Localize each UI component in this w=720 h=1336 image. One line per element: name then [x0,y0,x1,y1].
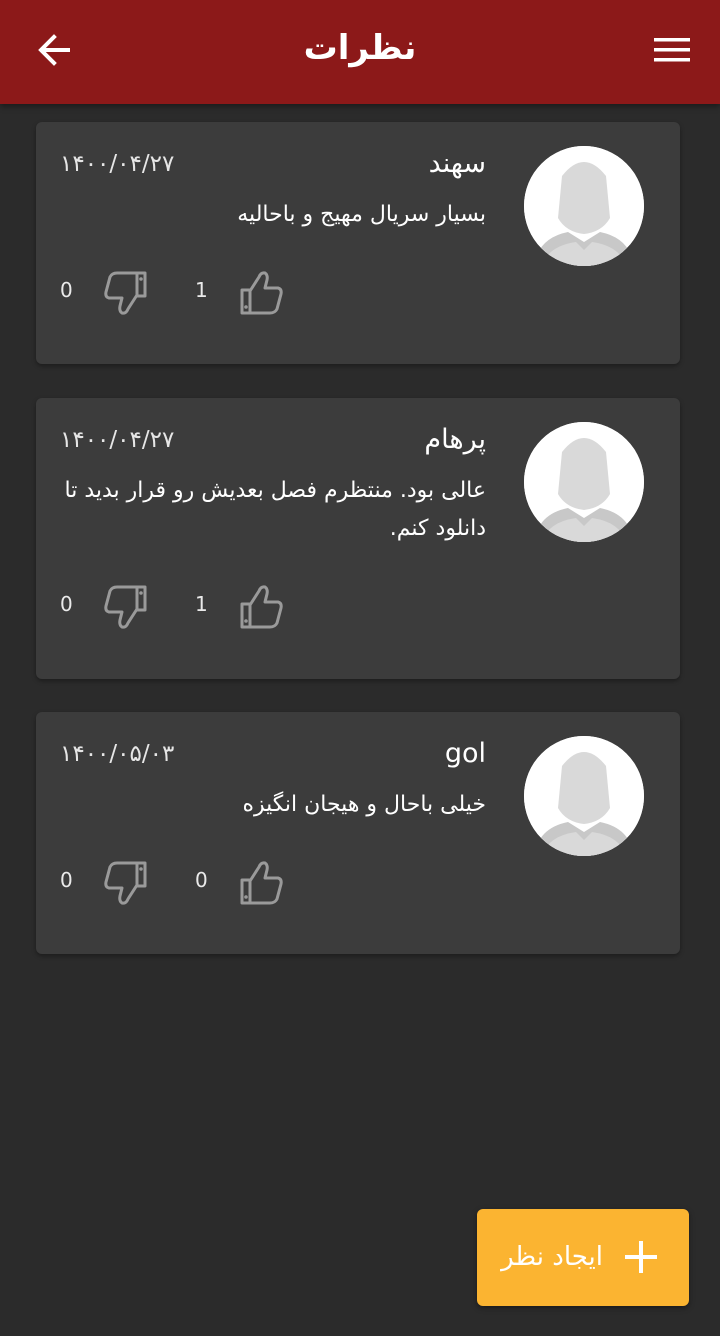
dislike-count: 0 [60,278,73,302]
like-count: 1 [195,592,208,616]
dislike-count: 0 [60,592,73,616]
dislike-button[interactable] [102,857,150,909]
comment-card: پرهام ۱۴۰۰/۰۴/۲۷ عالی بود. منتظرم فصل بع… [36,398,680,679]
thumbs-up-icon [240,271,283,315]
thumbs-up-icon [240,861,283,905]
dislike-button[interactable] [102,267,150,319]
default-user-icon [524,736,644,856]
user-avatar [524,422,644,542]
default-user-icon [524,422,644,542]
comment-text: بسیار سریال مهیج و باحالیه [237,202,486,227]
like-button[interactable] [237,267,285,319]
commenter-name: سهند [428,148,486,179]
thumbs-up-icon [240,585,283,629]
thumbs-down-icon [104,585,147,629]
dislike-count: 0 [60,868,73,892]
default-user-icon [524,146,644,266]
like-button[interactable] [237,581,285,633]
like-count: 1 [195,278,208,302]
menu-button[interactable] [648,26,696,74]
commenter-name: gol [444,738,486,769]
comment-card: سهند ۱۴۰۰/۰۴/۲۷ بسیار سریال مهیج و باحال… [36,122,680,364]
dislike-button[interactable] [102,581,150,633]
add-comment-button[interactable]: ایجاد نظر [477,1209,689,1306]
user-avatar [524,736,644,856]
comment-date: ۱۴۰۰/۰۴/۲۷ [60,151,175,177]
comment-date: ۱۴۰۰/۰۴/۲۷ [60,427,175,453]
user-avatar [524,146,644,266]
comment-text: عالی بود. منتظرم فصل بعدیش رو قرار بدید … [64,478,486,541]
thumbs-down-icon [104,271,147,315]
comment-card: gol ۱۴۰۰/۰۵/۰۳ خیلی باحال و هیجان انگیزه… [36,712,680,954]
thumbs-down-icon [104,861,147,905]
hamburger-menu-icon [654,38,690,62]
app-bar: نظرات [0,0,720,104]
commenter-name: پرهام [424,424,486,455]
comment-date: ۱۴۰۰/۰۵/۰۳ [60,741,175,767]
add-comment-label: ایجاد نظر [501,1242,603,1272]
page-title: نظرات [303,28,417,68]
like-count: 0 [195,868,208,892]
plus-icon [625,1241,657,1273]
comment-text: خیلی باحال و هیجان انگیزه [242,792,486,817]
like-button[interactable] [237,857,285,909]
